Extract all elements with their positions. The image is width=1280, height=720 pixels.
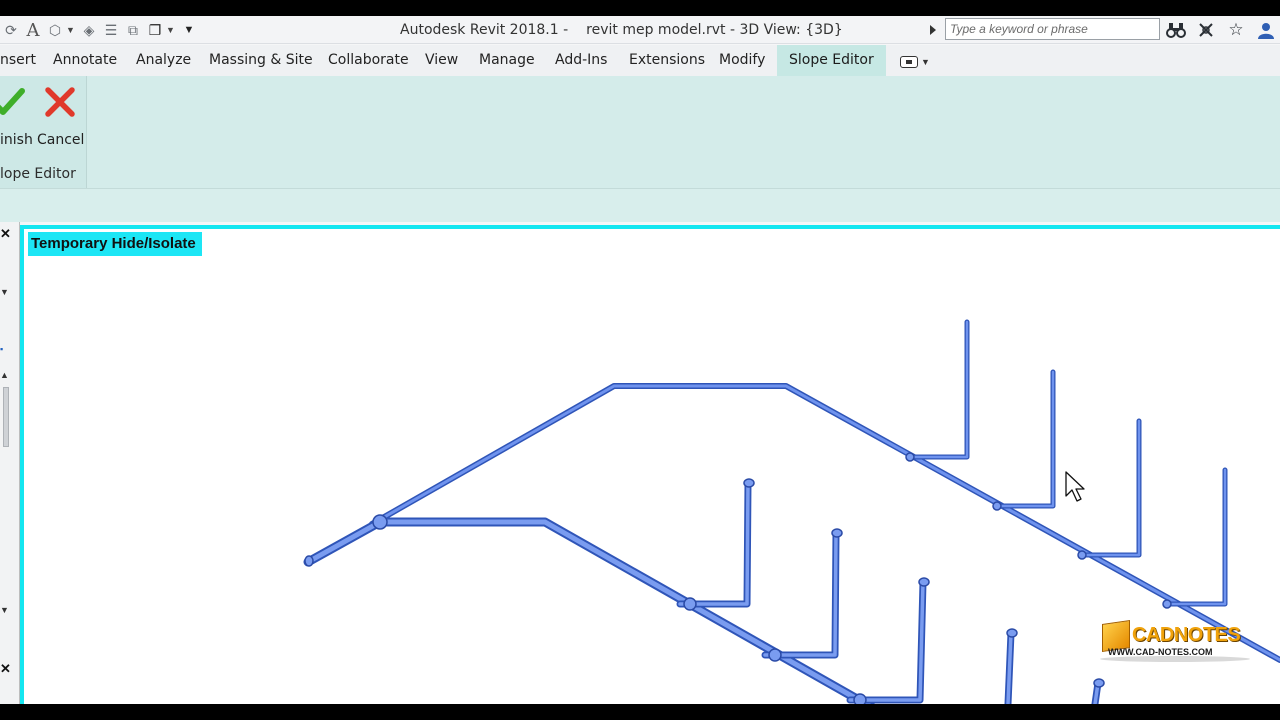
lower-main-pipe[interactable]: [303, 517, 880, 704]
revit-window: ⟳ A ⬡ ▼ ◈ ☰ ⧉ ❐ ▼ ▼ Autodesk Revit 2018.…: [0, 0, 1280, 720]
upper-branch-pipes[interactable]: [905, 319, 1228, 607]
pipe-network[interactable]: [0, 0, 1280, 704]
letterbox-bottom: [0, 704, 1280, 720]
watermark-brand: CADNOTES: [1132, 624, 1241, 646]
cadnotes-watermark: CADNOTES WWW.CAD-NOTES.COM: [1098, 620, 1258, 664]
mouse-cursor-icon: [1065, 471, 1085, 502]
watermark-url: WWW.CAD-NOTES.COM: [1108, 647, 1213, 657]
lower-branch-pipes[interactable]: [676, 479, 1102, 704]
